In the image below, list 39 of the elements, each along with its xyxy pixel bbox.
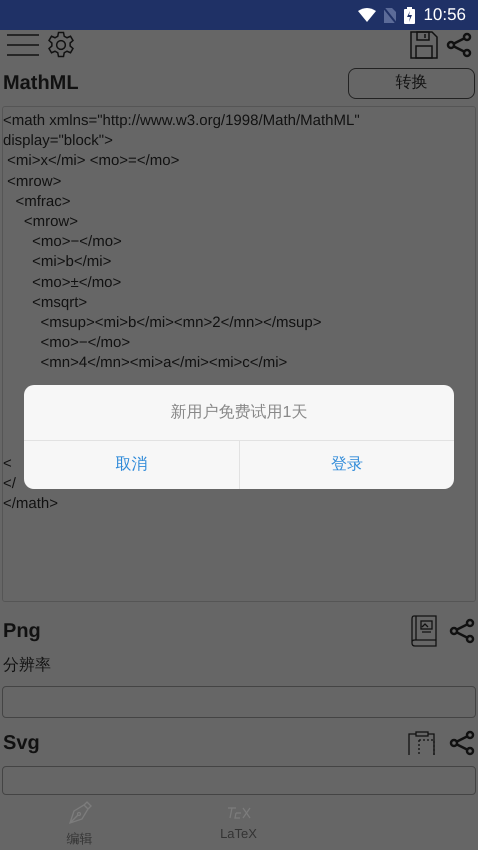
dialog-message: 新用户免费试用1天 [170,402,308,422]
settings-icon[interactable] [46,30,76,60]
code-line: <msup><mi>b</mi><mn>2</mn></msup> [40,313,322,334]
code-line: <mfrac> [14,192,71,212]
code-editor[interactable] [2,106,476,602]
code-line: <math xmlns="http://www.w3.org/1998/Math/MathML" [3,111,360,131]
clock: 10:56 [423,4,466,26]
code-line: </math> [3,494,58,514]
convert-button[interactable]: 转换 [348,68,475,98]
menu-icon[interactable] [6,32,40,58]
section-title: Png [3,619,41,644]
code-line: <mrow> [22,212,78,232]
save-icon[interactable] [410,31,438,59]
code-line: <mi>x</mi> <mo>=</mo> [6,151,180,172]
code-line: <mn>4</mn><mi>a</mi><mi>c</mi> [40,353,288,374]
dialog-button[interactable]: 登录 [238,441,454,489]
clipboard-icon[interactable] [407,731,437,755]
code-line: </ [3,474,16,494]
code-line: <mo>±</mo> [31,272,122,293]
book-icon[interactable] [411,615,437,647]
share-icon[interactable] [449,618,475,644]
wifi-icon [358,8,376,22]
resolution-field[interactable] [2,686,476,718]
code-line: <mo>−</mo> [40,333,130,354]
code-line: display="block"> [3,131,113,152]
dialog-button[interactable]: 取消 [24,441,238,489]
code-line: <mrow> [6,172,62,192]
field-label: 分辨率 [2,656,52,676]
code-line: <mo>−</mo> [31,232,122,252]
code-line: <mi>b</mi> [31,252,112,272]
svg-field[interactable] [2,766,476,795]
code-line: <msqrt> [31,292,88,313]
code-line: < [3,454,12,474]
battery-icon [404,6,416,24]
no-sim-icon [384,8,396,22]
share-icon[interactable] [446,32,472,58]
section-title: Svg [3,731,40,756]
share-icon[interactable] [449,730,475,756]
section-title: MathML [3,71,79,96]
